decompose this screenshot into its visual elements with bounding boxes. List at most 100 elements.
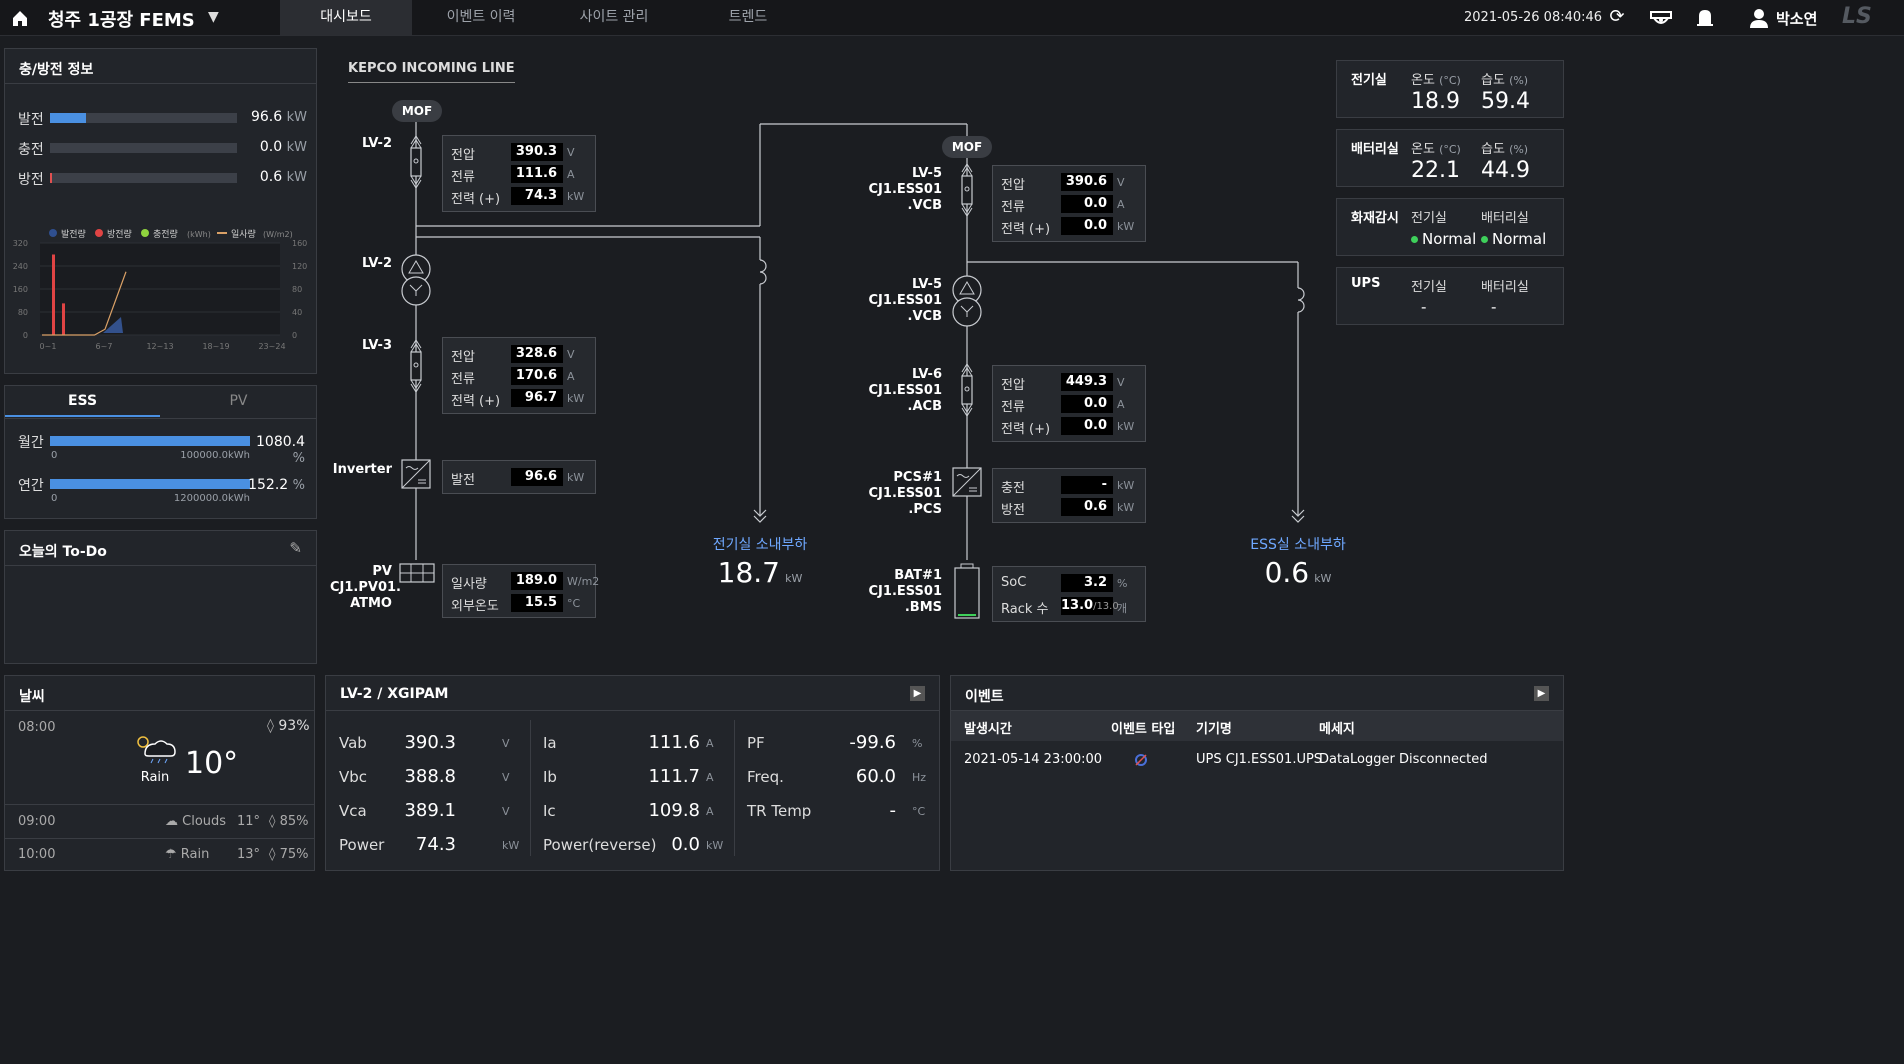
lv6-label[interactable]: LV-6 CJ1.ESS01 .ACB: [830, 367, 942, 415]
monthly-value: 1080.4 %: [256, 434, 305, 466]
inverter-label[interactable]: Inverter: [330, 462, 392, 478]
lv3-label[interactable]: LV-3: [330, 338, 392, 354]
meter-unit: V: [502, 805, 510, 818]
col-device[interactable]: 기기명: [1196, 718, 1232, 737]
meter-value: 74.3: [415, 834, 456, 855]
tab-site-management[interactable]: 사이트 관리: [548, 0, 680, 35]
y-tick-left: 240: [13, 262, 28, 271]
weather-row-humidity: ◊ 75%: [269, 847, 309, 862]
tab-trend[interactable]: 트렌드: [682, 0, 814, 35]
bat-label[interactable]: BAT#1 CJ1.ESS01 .BMS: [830, 568, 942, 616]
meter-label: PF: [747, 734, 765, 752]
bell-icon[interactable]: [1692, 6, 1718, 30]
y-tick-left: 0: [23, 331, 28, 340]
table-row[interactable]: 2021-05-14 23:00:00 UPS CJ1.ESS01.UPS Da…: [951, 748, 1563, 774]
breaker-lv3: [410, 351, 422, 381]
ups-bat-value: -: [1491, 298, 1497, 316]
bat-room-box: 배터리실 온도 (°C) 습도 (%) 22.1 44.9: [1336, 129, 1564, 187]
weather-now-cond: Rain: [140, 770, 170, 785]
user-name[interactable]: 박소연: [1776, 8, 1817, 29]
col-type[interactable]: 이벤트 타입: [1111, 718, 1175, 737]
disconnect-icon: [1135, 754, 1147, 766]
chevron-right-icon[interactable]: ▶: [910, 686, 925, 701]
meas-lv5[interactable]: 전압 390.6 V 전류 0.0 A 전력 (+) 0.0 kW: [992, 165, 1146, 242]
legend-gen: 발전량: [61, 228, 86, 240]
meas-lv3[interactable]: 전압 328.6 V 전류 170.6 A 전력 (+) 96.7 kW: [442, 337, 596, 414]
camera-icon[interactable]: [1648, 6, 1674, 30]
y-tick-left: 160: [13, 285, 28, 294]
y-tick-left: 80: [18, 308, 28, 317]
bat-room-title: 배터리실: [1351, 142, 1399, 157]
meter-unit: kW: [706, 839, 724, 852]
breaker-lv6: [961, 375, 973, 405]
elec-room-box: 전기실 온도 (°C) 습도 (%) 18.9 59.4: [1336, 60, 1564, 118]
drop-icon: ◊: [269, 814, 276, 829]
event-time: 2021-05-14 23:00:00: [964, 752, 1103, 767]
meter-unit: V: [502, 771, 510, 784]
pencil-icon[interactable]: ✎: [289, 539, 302, 557]
lv5-breaker-label[interactable]: LV-5 CJ1.ESS01 .VCB: [830, 166, 942, 214]
weather-panel: 날씨 08:00 ◊ 93% Rain 10° 09:00 ☁ Clouds 1…: [4, 675, 315, 871]
charge-bar: [50, 143, 237, 153]
refresh-icon[interactable]: ⟳: [1604, 6, 1630, 30]
meas-inverter[interactable]: 발전 96.6 kW: [442, 460, 596, 494]
meter-value: 388.8: [404, 766, 456, 787]
meas-lv2[interactable]: 전압 390.3 V 전류 111.6 A 전력 (+) 74.3 kW: [442, 135, 596, 212]
ups-box: UPS 전기실 배터리실 - -: [1336, 267, 1564, 325]
meter-label: Vab: [339, 734, 367, 752]
event-message: DataLogger Disconnected: [1319, 752, 1488, 767]
lv2-breaker-label[interactable]: LV-2: [330, 136, 392, 152]
col-message[interactable]: 메세지: [1319, 718, 1355, 737]
monthly-min: 0: [51, 450, 58, 461]
meas-pv[interactable]: 일사량 189.0 W/m2 외부온도 15.5 °C: [442, 564, 599, 618]
bat-hum: 44.9: [1481, 158, 1530, 183]
meter-unit: A: [706, 805, 714, 818]
pv-label[interactable]: PV CJ1.PV01. ATMO: [330, 564, 401, 612]
meter-unit: kW: [502, 839, 520, 852]
weather-row-temp: 13°: [237, 847, 261, 862]
legend-solar: 일사량: [231, 228, 256, 240]
meter-value: -99.6: [849, 732, 896, 753]
site-title[interactable]: 청주 1공장 FEMS: [48, 6, 195, 32]
lv2-transformer-label[interactable]: LV-2: [330, 256, 392, 272]
user-icon[interactable]: [1746, 6, 1772, 30]
meas-lv6[interactable]: 전압 449.3 V 전류 0.0 A 전력 (+) 0.0 kW: [992, 365, 1146, 442]
weather-now-humidity: ◊ 93%: [267, 718, 310, 734]
tab-dashboard[interactable]: 대시보드: [280, 0, 412, 35]
meter-unit: A: [706, 771, 714, 784]
legend-gen-dot: [49, 229, 57, 237]
fire-elec-status: Normal: [1411, 230, 1476, 248]
weather-row-humidity: ◊ 85%: [269, 814, 309, 829]
pcs-label[interactable]: PCS#1 CJ1.ESS01 .PCS: [830, 470, 942, 518]
x-tick: 0~1: [40, 342, 57, 351]
load1-value: 18.7 kW: [717, 556, 803, 589]
tab-ess[interactable]: ESS: [5, 386, 160, 417]
weather-now-time: 08:00: [18, 720, 56, 735]
meter-unit: V: [502, 737, 510, 750]
load1-label: 전기실 소내부하: [712, 537, 808, 553]
todo-panel: 오늘의 To-Do ✎: [4, 530, 317, 664]
tab-event-history[interactable]: 이벤트 이력: [415, 0, 547, 35]
meter-unit: Hz: [912, 771, 927, 784]
bat-temp: 22.1: [1411, 158, 1460, 183]
chevron-right-icon[interactable]: ▶: [1534, 686, 1549, 701]
tab-pv[interactable]: PV: [161, 386, 316, 417]
meter-value: 390.3: [404, 732, 456, 753]
charge-label: 충전: [18, 142, 44, 158]
home-icon[interactable]: [10, 8, 30, 28]
elec-temp-label: 온도 (°C): [1411, 73, 1461, 88]
meas-bat[interactable]: SoC 3.2% Rack 수 13.0/13.0 개: [992, 566, 1146, 622]
y-tick-left: 320: [13, 239, 28, 248]
col-time[interactable]: 발생시간: [964, 718, 1012, 737]
lv5-transformer-label[interactable]: LV-5 CJ1.ESS01 .VCB: [830, 277, 942, 325]
monthly-bar: [50, 436, 250, 446]
discharge-bar: [50, 173, 237, 183]
load2-label: ESS실 소내부하: [1250, 537, 1346, 553]
rain-icon: ☂: [165, 847, 177, 862]
legend-discharge-dot: [95, 229, 103, 237]
meter-value: -: [889, 800, 897, 821]
panel-title: 충/방전 정보: [19, 62, 94, 78]
meas-pcs[interactable]: 충전 - kW 방전 0.6 kW: [992, 468, 1146, 523]
chevron-down-icon[interactable]: ▼: [208, 9, 219, 25]
meter-label: TR Temp: [747, 802, 812, 820]
